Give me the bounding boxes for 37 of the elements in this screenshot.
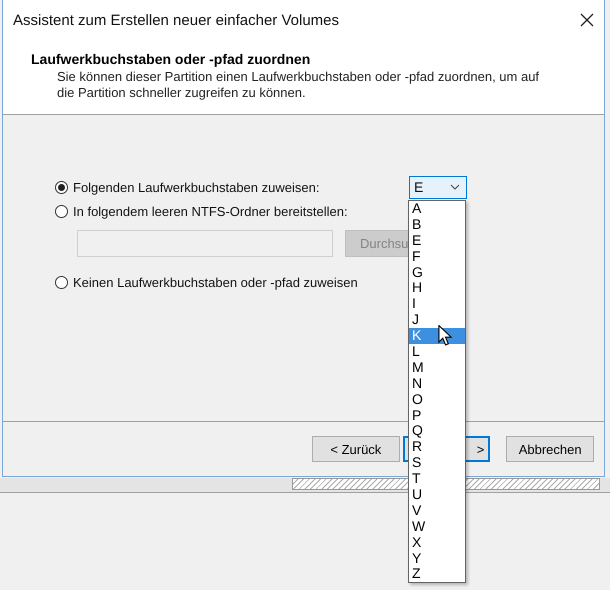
drive-letter-option[interactable]: H [409, 280, 465, 296]
close-icon[interactable] [580, 13, 594, 27]
drive-letter-option[interactable]: R [409, 439, 465, 456]
drive-letter-option[interactable]: U [409, 487, 465, 503]
drive-letter-option[interactable]: W [409, 518, 465, 535]
drive-letter-option[interactable]: O [409, 392, 465, 408]
drive-letter-option[interactable]: J [409, 312, 465, 328]
drive-letter-option[interactable]: Q [409, 423, 465, 440]
drive-letter-option[interactable]: L [409, 344, 465, 360]
radio-button[interactable] [55, 204, 68, 218]
folder-path-field[interactable] [77, 230, 333, 257]
option-label[interactable]: In folgendem leeren NTFS-Ordner bereitstellen: [73, 204, 348, 218]
drive-letter-option[interactable]: V [409, 502, 465, 519]
drive-letter-option[interactable]: Z [409, 566, 465, 582]
drive-letter-option[interactable]: P [409, 408, 465, 424]
chevron-down-icon [450, 184, 460, 190]
drive-letter-option[interactable]: S [409, 455, 465, 472]
drive-letter-option[interactable]: N [409, 376, 465, 392]
page-description: Sie können dieser Partition einen Laufwerkbuchstaben oder -pfad zuordnen, um auf die Partition schneller zugreifen zu können. [57, 69, 540, 101]
drive-letter-option[interactable]: B [409, 216, 465, 233]
option-label[interactable]: Folgenden Laufwerkbuchstaben zuweisen: [73, 180, 409, 194]
window-title: Assistent zum Erstellen neuer einfacher Volumes [13, 12, 339, 28]
option-label[interactable]: Keinen Laufwerkbuchstaben oder -pfad zuweisen [73, 274, 358, 290]
radio-button[interactable] [55, 276, 68, 288]
drive-letter-option[interactable]: T [409, 471, 465, 488]
page-heading: Laufwerkbuchstaben oder -pfad zuordnen [31, 51, 312, 67]
drive-letter-option[interactable]: G [409, 264, 465, 280]
radio-button[interactable] [55, 180, 68, 194]
drive-letter-option[interactable]: I [409, 296, 465, 312]
cancel-button[interactable]: Abbrechen [506, 436, 594, 462]
drive-letter-option[interactable]: Y [409, 550, 465, 566]
drive-letter-option[interactable]: M [409, 360, 465, 376]
drive-letter-dropdown[interactable]: E [409, 176, 467, 198]
mouse-pointer-icon [438, 325, 452, 346]
drive-letter-option[interactable]: X [409, 534, 465, 551]
drive-letter-option[interactable]: A [409, 201, 465, 217]
back-button[interactable]: < Zurück [312, 436, 400, 462]
